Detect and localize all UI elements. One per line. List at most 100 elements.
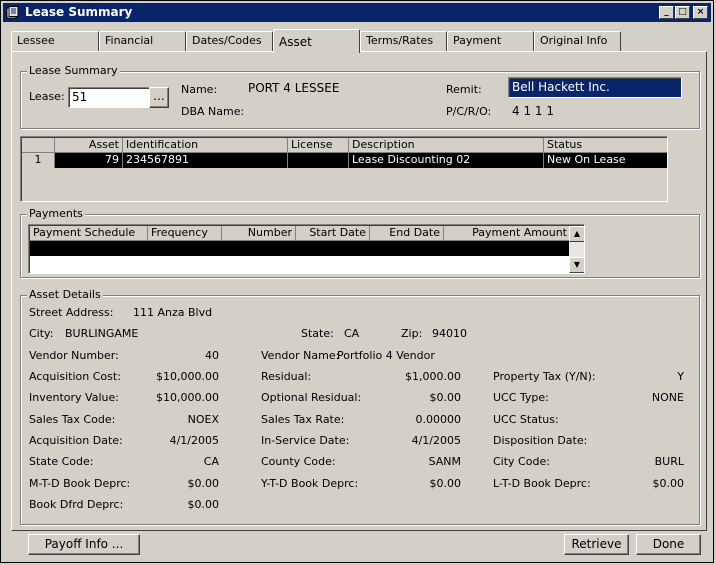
remit-label: Remit: [446, 83, 482, 96]
done-button[interactable]: Done [636, 534, 701, 555]
tab-strip: Lessee Financial Dates/Codes Asset Terms… [11, 29, 705, 53]
cell-description[interactable]: Lease Discounting 02 [349, 153, 544, 168]
scroll-down-icon[interactable]: ▼ [569, 257, 584, 273]
payments-group-title: Payments [27, 207, 85, 220]
payments-header-number[interactable]: Number [222, 226, 296, 241]
tab-lessee[interactable]: Lessee [11, 31, 99, 51]
tab-financial[interactable]: Financial [99, 31, 186, 51]
street-address-label: Street Address: [29, 306, 114, 319]
ucc-status-label: UCC Status: [493, 413, 559, 426]
zip-label: Zip: [401, 327, 423, 340]
tab-terms-rates[interactable]: Terms/Rates [360, 31, 447, 51]
county-code-label: County Code: [261, 455, 336, 468]
tab-asset[interactable]: Asset [273, 29, 360, 53]
vendor-name-label: Vendor Name: [261, 349, 340, 362]
acquisition-date-label: Acquisition Date: [29, 434, 123, 447]
sales-tax-code-value: NOEX [187, 413, 219, 426]
optional-residual-value: $0.00 [429, 391, 462, 404]
vendor-name-value: Portfolio 4 Vendor [337, 349, 435, 362]
vendor-number-value: 40 [205, 349, 219, 362]
payments-grid[interactable]: Payment Schedule Frequency Number Start … [28, 224, 585, 274]
residual-value: $1,000.00 [405, 370, 461, 383]
row-number: 1 [22, 153, 55, 168]
assets-header-license[interactable]: License [288, 138, 349, 153]
lease-summary-group: Lease Summary Lease: 51 ... Name: PORT 4… [20, 64, 700, 129]
tab-payment[interactable]: Payment [447, 31, 534, 51]
scroll-up-icon[interactable]: ▲ [569, 226, 584, 242]
sales-tax-rate-label: Sales Tax Rate: [261, 413, 345, 426]
asset-details-group: Asset Details Street Address: 111 Anza B… [20, 288, 700, 525]
payments-header-amount[interactable]: Payment Amount [444, 226, 571, 241]
property-tax-label: Property Tax (Y/N): [493, 370, 596, 383]
grid-empty-area [22, 168, 667, 201]
city-code-label: City Code: [493, 455, 550, 468]
zip-value: 94010 [432, 327, 467, 340]
cell-status[interactable]: New On Lease [544, 153, 667, 168]
sales-tax-rate-value: 0.00000 [415, 413, 462, 426]
ucc-type-label: UCC Type: [493, 391, 549, 404]
lease-label: Lease: [29, 90, 65, 103]
vendor-number-label: Vendor Number: [29, 349, 119, 362]
street-address-value: 111 Anza Blvd [133, 306, 213, 319]
ytd-book-deprc-value: $0.00 [429, 477, 462, 490]
state-label: State: [301, 327, 334, 340]
county-code-value: SANM [428, 455, 461, 468]
ltd-book-deprc-value: $0.00 [652, 477, 685, 490]
payments-header-frequency[interactable]: Frequency [148, 226, 222, 241]
minimize-icon[interactable]: _ [659, 6, 674, 19]
tab-dates-codes[interactable]: Dates/Codes [186, 31, 273, 51]
city-value: BURLINGAME [65, 327, 139, 340]
book-dfrd-deprc-label: Book Dfrd Deprc: [29, 498, 124, 511]
retrieve-button[interactable]: Retrieve [564, 534, 629, 555]
assets-header-identification[interactable]: Identification [123, 138, 288, 153]
lease-number-field[interactable]: 51 [68, 87, 150, 108]
mtd-book-deprc-label: M-T-D Book Deprc: [29, 477, 131, 490]
table-row[interactable] [30, 241, 571, 256]
name-value: PORT 4 LESSEE [248, 81, 340, 95]
payoff-info-button[interactable]: Payoff Info ... [28, 534, 140, 555]
acquisition-cost-label: Acquisition Cost: [29, 370, 121, 383]
optional-residual-label: Optional Residual: [261, 391, 362, 404]
lease-lookup-button[interactable]: ... [149, 87, 169, 108]
tab-original-info[interactable]: Original Info [534, 31, 621, 51]
city-code-value: BURL [654, 455, 684, 468]
acquisition-cost-value: $10,000.00 [156, 370, 219, 383]
pcro-value: 4 1 1 1 [512, 104, 554, 118]
close-icon[interactable]: × [693, 6, 708, 19]
asset-details-group-title: Asset Details [27, 288, 103, 301]
residual-label: Residual: [261, 370, 312, 383]
pcro-label: P/C/R/O: [446, 105, 492, 118]
payments-header-start-date[interactable]: Start Date [296, 226, 370, 241]
state-value: CA [344, 327, 360, 340]
app-icon [6, 6, 19, 19]
book-dfrd-deprc-value: $0.00 [187, 498, 220, 511]
payments-header-schedule[interactable]: Payment Schedule [30, 226, 148, 241]
ltd-book-deprc-label: L-T-D Book Deprc: [493, 477, 591, 490]
assets-header-description[interactable]: Description [349, 138, 544, 153]
cell-asset[interactable]: 79 [55, 153, 123, 168]
assets-header-asset[interactable]: Asset [55, 138, 123, 153]
assets-header-rownum [22, 138, 55, 153]
lease-summary-group-title: Lease Summary [27, 64, 120, 77]
sales-tax-code-label: Sales Tax Code: [29, 413, 116, 426]
payments-group: Payments Payment Schedule Frequency Numb… [20, 207, 700, 278]
maximize-icon[interactable]: □ [675, 6, 690, 19]
cell-identification[interactable]: 234567891 [123, 153, 288, 168]
property-tax-value: Y [677, 370, 684, 383]
cell-license[interactable] [288, 153, 349, 168]
ytd-book-deprc-label: Y-T-D Book Deprc: [261, 477, 359, 490]
disposition-date-label: Disposition Date: [493, 434, 588, 447]
city-label: City: [29, 327, 54, 340]
assets-header-status[interactable]: Status [544, 138, 667, 153]
inventory-value-label: Inventory Value: [29, 391, 119, 404]
lease-summary-window: Lease Summary _ □ × Lessee Financial Dat… [0, 0, 714, 563]
remit-field[interactable]: Bell Hackett Inc. [508, 77, 682, 98]
asset-tab-panel: Lease Summary Lease: 51 ... Name: PORT 4… [11, 51, 707, 531]
title-bar[interactable]: Lease Summary _ □ × [3, 3, 711, 22]
payments-scrollbar[interactable]: ▲ ▼ [569, 226, 584, 273]
payments-header-end-date[interactable]: End Date [370, 226, 444, 241]
assets-grid[interactable]: Asset Identification License Description… [20, 136, 668, 202]
name-label: Name: [181, 83, 218, 96]
in-service-date-value: 4/1/2005 [411, 434, 461, 447]
ucc-type-value: NONE [651, 391, 684, 404]
